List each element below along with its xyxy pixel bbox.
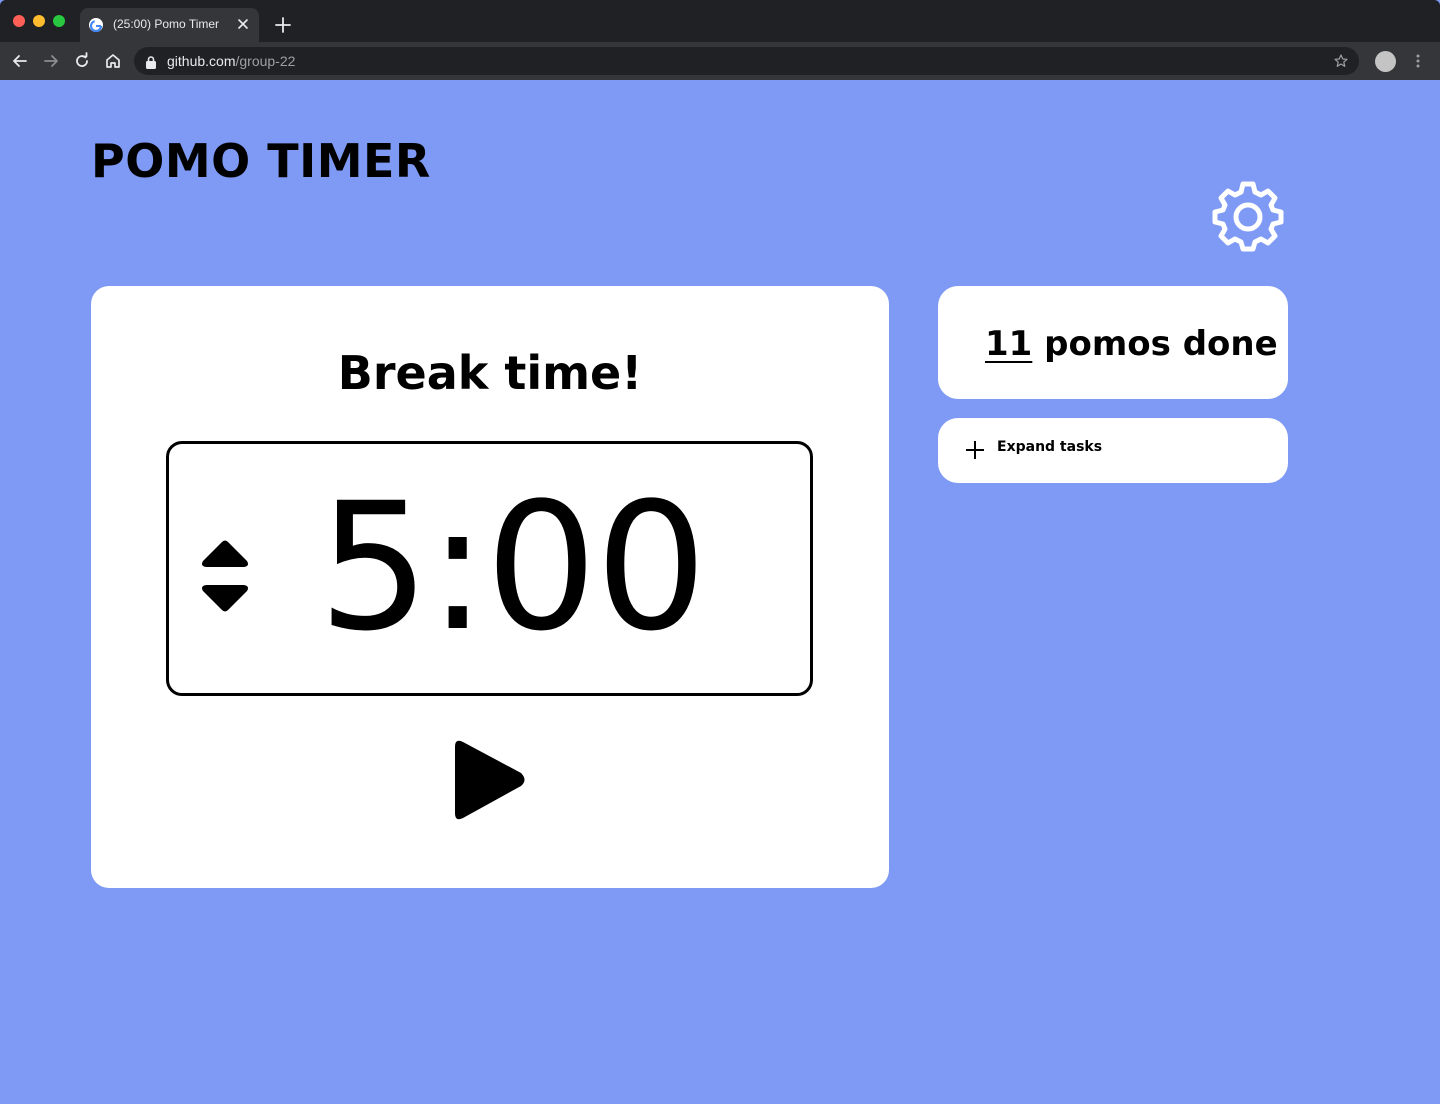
bookmark-star-icon[interactable] — [1333, 53, 1349, 69]
settings-button[interactable] — [1212, 181, 1284, 253]
tab-strip: (25:00) Pomo Timer — [0, 0, 1440, 42]
close-tab-icon[interactable] — [234, 15, 252, 33]
browser-toolbar: github.com/group-22 — [0, 42, 1440, 80]
lock-icon — [145, 54, 157, 69]
new-tab-icon[interactable] — [272, 14, 294, 36]
plus-icon — [964, 439, 986, 461]
browser-tab-active[interactable]: (25:00) Pomo Timer — [80, 8, 259, 42]
tab-title: (25:00) Pomo Timer — [113, 17, 220, 31]
maximize-window-button[interactable] — [53, 15, 65, 27]
mode-heading: Break time! — [0, 346, 980, 400]
url-host: github.com — [167, 53, 236, 69]
minimize-window-button[interactable] — [33, 15, 45, 27]
expand-tasks-button[interactable] — [938, 418, 1288, 483]
url-path: /group-22 — [235, 53, 296, 69]
browser-window-chrome: (25:00) Pomo Timer github.com/group-22 — [0, 0, 1440, 80]
adjust-time-button[interactable] — [196, 536, 254, 616]
time-display: 5:00 — [318, 465, 707, 670]
gear-icon — [1212, 181, 1284, 252]
expand-tasks-label: Expand tasks — [997, 439, 1103, 455]
up-down-arrows-icon — [202, 540, 248, 612]
browser-menu-icon[interactable] — [1412, 52, 1424, 70]
pomos-done-count: 11 — [985, 324, 1033, 364]
pomos-done-text: 11 pomos done — [985, 324, 1278, 364]
profile-avatar[interactable] — [1375, 51, 1396, 72]
forward-arrow-icon[interactable] — [41, 51, 61, 71]
pomos-done-label: pomos done — [1032, 324, 1278, 364]
close-window-button[interactable] — [13, 15, 25, 27]
reload-icon[interactable] — [72, 51, 92, 71]
page-title: POMO TIMER — [91, 134, 431, 188]
home-icon[interactable] — [103, 51, 123, 71]
back-arrow-icon[interactable] — [10, 51, 30, 71]
play-button[interactable] — [448, 735, 532, 825]
mode-heading-text: Break time! — [337, 346, 643, 400]
url-text: github.com/group-22 — [167, 53, 295, 69]
address-bar[interactable]: github.com/group-22 — [134, 47, 1359, 75]
google-favicon-icon — [89, 18, 103, 33]
play-icon — [455, 740, 525, 820]
